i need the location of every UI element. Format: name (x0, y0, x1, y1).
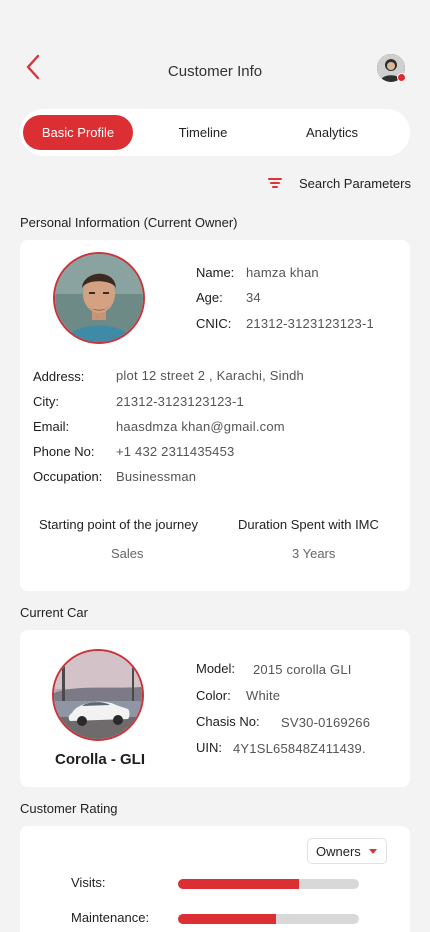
customer-rating-heading: Customer Rating (20, 801, 118, 816)
chassis-label: Chasis No: (196, 714, 260, 729)
page-title: Customer Info (167, 63, 263, 80)
email-value: haasdmza khan@gmail.com (116, 419, 285, 434)
status-dot (397, 73, 406, 82)
tab-bar: Basic Profile Timeline Analytics (20, 109, 410, 156)
visits-bar (178, 879, 359, 889)
email-label: Email: (33, 419, 70, 434)
duration-label: Duration Spent with IMC (238, 517, 379, 532)
owner-photo (53, 252, 145, 344)
tab-analytics[interactable]: Analytics (273, 115, 391, 150)
city-value: 21312-3123123123-1 (116, 394, 244, 409)
app-header: Customer Info (0, 0, 430, 100)
caret-down-icon (369, 849, 377, 854)
maintenance-bar (178, 914, 359, 924)
car-name: Corolla - GLI (55, 751, 145, 768)
color-label: Color: (196, 688, 231, 703)
personal-info-heading: Personal Information (Current Owner) (20, 215, 238, 230)
tab-timeline[interactable]: Timeline (133, 115, 273, 150)
model-value: 2015 corolla GLI (253, 662, 352, 677)
occupation-value: Businessman (116, 469, 197, 484)
car-photo (52, 649, 144, 741)
owners-dropdown[interactable]: Owners (307, 838, 387, 864)
journey-start-label: Starting point of the journey (39, 517, 198, 532)
search-parameters-button[interactable]: Search Parameters (266, 174, 411, 192)
cnic-value: 21312-3123123123-1 (246, 316, 374, 331)
search-parameters-label: Search Parameters (299, 175, 411, 191)
address-label: Address: (33, 369, 85, 384)
tab-basic-profile[interactable]: Basic Profile (23, 115, 133, 150)
phone-value: +1 432 2311435453 (116, 444, 235, 459)
name-label: Name: (196, 265, 235, 280)
visits-label: Visits: (71, 875, 106, 890)
age-value: 34 (246, 290, 261, 305)
name-value: hamza khan (246, 265, 319, 280)
duration-value: 3 Years (292, 546, 336, 561)
color-value: White (246, 688, 281, 703)
personal-info-card: Name: hamza khan Age: 34 CNIC: 21312-312… (20, 240, 410, 591)
cnic-label: CNIC: (196, 316, 232, 331)
occupation-label: Occupation: (33, 469, 103, 484)
current-car-card: Corolla - GLI Model: 2015 corolla GLI Co… (20, 630, 410, 787)
maintenance-bar-fill (178, 914, 276, 924)
address-value: plot 12 street 2 , Karachi, Sindh (116, 368, 304, 383)
maintenance-label: Maintenance: (71, 910, 150, 925)
current-car-heading: Current Car (20, 605, 88, 620)
visits-bar-fill (178, 879, 300, 889)
uin-value: 4Y1SL65848Z411439. (233, 741, 366, 756)
model-label: Model: (196, 661, 236, 676)
chassis-value: SV30-0169266 (281, 715, 371, 730)
owners-dropdown-value: Owners (316, 843, 361, 859)
journey-start-value: Sales (111, 546, 144, 561)
city-label: City: (33, 394, 59, 409)
uin-label: UIN: (196, 740, 222, 755)
filter-icon (266, 174, 284, 192)
age-label: Age: (196, 290, 223, 305)
phone-label: Phone No: (33, 444, 95, 459)
